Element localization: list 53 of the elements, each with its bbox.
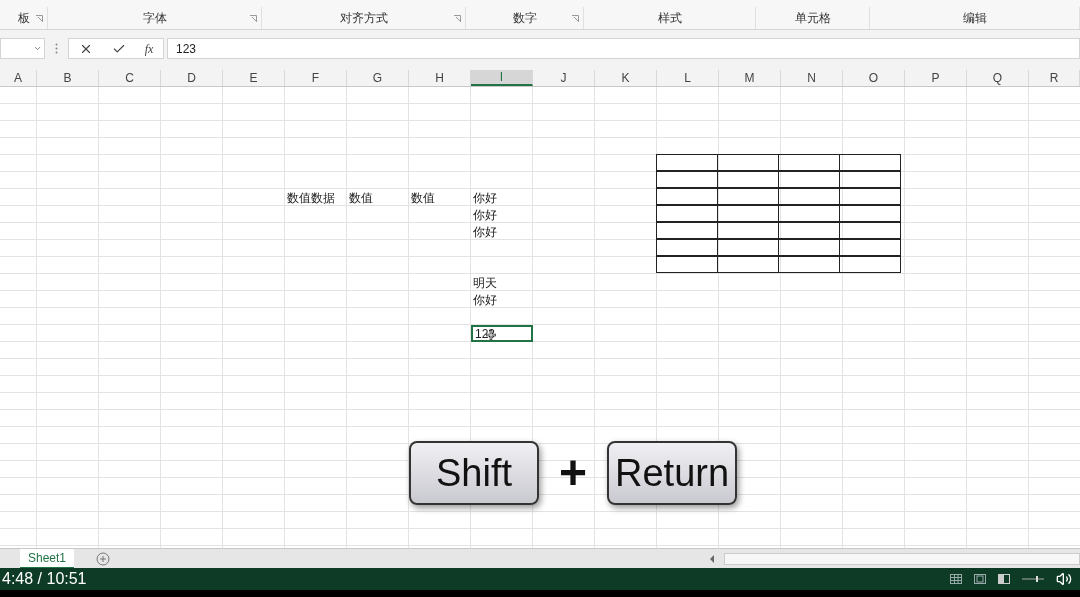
dropdown-caret-icon[interactable] <box>33 44 42 53</box>
column-header[interactable]: L <box>657 70 719 86</box>
ribbon-group-label: 对齐方式 <box>339 10 388 27</box>
column-header[interactable]: Q <box>967 70 1029 86</box>
column-header[interactable]: R <box>1029 70 1080 86</box>
page-layout-icon[interactable] <box>974 574 986 584</box>
column-header[interactable]: C <box>99 70 161 86</box>
column-header[interactable]: I <box>471 70 533 86</box>
sheet-tab[interactable]: Sheet1 <box>20 548 75 569</box>
horizontal-scrollbar[interactable] <box>724 552 1080 565</box>
column-header[interactable]: N <box>781 70 843 86</box>
column-header[interactable]: F <box>285 70 347 86</box>
ribbon-group-label: 样式 <box>657 10 682 27</box>
table-cell-text: 你好 <box>472 206 498 223</box>
dialog-launcher-icon[interactable] <box>36 15 43 22</box>
column-header[interactable]: A <box>0 70 37 86</box>
formula-input[interactable]: 123 <box>167 38 1080 59</box>
drag-handle-icon[interactable] <box>55 43 58 54</box>
table-cell-text: 你好 <box>472 223 498 240</box>
ribbon-group-label: 数字 <box>512 10 537 27</box>
table-cell-text: 你好 <box>472 291 498 308</box>
page-break-icon[interactable] <box>998 574 1010 584</box>
normal-view-icon[interactable] <box>950 574 962 584</box>
table-cell-text: 数值 <box>410 189 436 206</box>
table-cell-text: 数值数据 <box>286 189 336 206</box>
video-time: 4:48 / 10:51 <box>2 569 87 589</box>
ribbon-group-label: 单元格 <box>794 10 831 27</box>
column-header[interactable]: G <box>347 70 409 86</box>
dialog-launcher-icon[interactable] <box>454 15 461 22</box>
table-cell-text: 你好 <box>472 189 498 206</box>
dialog-launcher-icon[interactable] <box>250 15 257 22</box>
table-cell-text: 数值 <box>348 189 374 206</box>
column-header[interactable]: P <box>905 70 967 86</box>
column-header[interactable]: D <box>161 70 223 86</box>
zoom-slider-icon[interactable] <box>1022 576 1044 582</box>
column-header[interactable]: M <box>719 70 781 86</box>
add-sheet-icon[interactable] <box>96 551 111 566</box>
column-header[interactable]: E <box>223 70 285 86</box>
ribbon-group-label: 编辑 <box>962 10 987 27</box>
keyboard-key: Return <box>607 441 738 505</box>
insert-function-button[interactable]: fx <box>144 39 154 58</box>
volume-icon[interactable] <box>1056 571 1072 587</box>
column-header[interactable]: O <box>843 70 905 86</box>
scroll-left-icon[interactable] <box>708 553 716 564</box>
plus-sign: + <box>559 449 588 497</box>
column-header[interactable]: B <box>37 70 99 86</box>
column-header[interactable]: K <box>595 70 657 86</box>
dialog-launcher-icon[interactable] <box>572 15 579 22</box>
ribbon-group-label: 板 <box>17 10 30 27</box>
keyboard-key: Shift <box>409 441 539 505</box>
column-header[interactable]: J <box>533 70 595 86</box>
table-cell-text: 明天 <box>472 274 498 291</box>
ribbon-group-label: 字体 <box>142 10 167 27</box>
